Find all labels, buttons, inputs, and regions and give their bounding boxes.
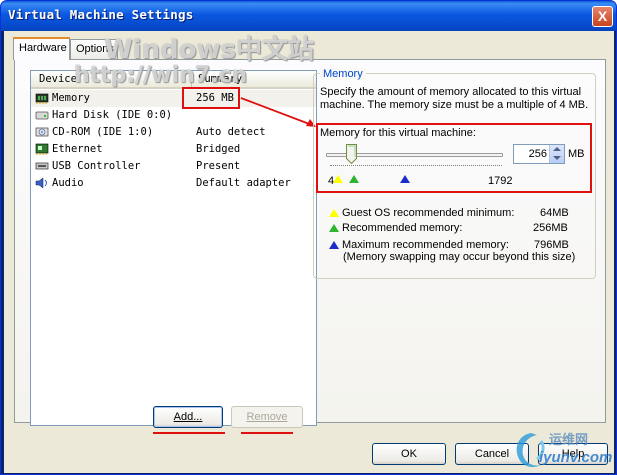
- memory-swap-note: (Memory swapping may occur beyond this s…: [343, 251, 576, 263]
- cdrom-icon: [35, 127, 49, 137]
- ok-button[interactable]: OK: [372, 443, 446, 465]
- memory-spinbox[interactable]: 256: [513, 144, 565, 164]
- legend-label: Guest OS recommended minimum:: [342, 207, 515, 219]
- min-marker-icon: [333, 175, 343, 183]
- spin-up-icon[interactable]: [553, 147, 561, 151]
- device-name: Hard Disk (IDE 0:0): [52, 109, 173, 121]
- legend-label: Maximum recommended memory:: [342, 239, 509, 251]
- window-title: Virtual Machine Settings: [8, 7, 194, 22]
- memory-value: 256: [528, 148, 547, 160]
- annotation-underline: [153, 432, 225, 434]
- annotation-underline: [241, 432, 293, 434]
- corner-watermark: 运维网 iyunv.com: [509, 429, 613, 473]
- memory-slider-thumb[interactable]: [346, 144, 357, 164]
- yellow-triangle-icon: [329, 209, 339, 217]
- device-row-ethernet[interactable]: Ethernet Bridged: [31, 141, 316, 158]
- remove-button-label: Remove: [246, 411, 288, 423]
- device-summary: Bridged: [196, 143, 241, 155]
- device-name: Audio: [52, 177, 84, 189]
- memory-field-label: Memory for this virtual machine:: [320, 127, 476, 139]
- corner-watermark-cn: 运维网: [549, 432, 589, 447]
- annotation-arrow-icon: [240, 97, 316, 127]
- memory-description: Specify the amount of memory allocated t…: [320, 86, 589, 111]
- legend-label: Recommended memory:: [342, 222, 463, 234]
- title-bar[interactable]: Virtual Machine Settings X: [1, 1, 616, 31]
- add-button[interactable]: Add...: [153, 406, 223, 428]
- device-summary: Default adapter: [196, 177, 291, 189]
- watermark-url: http://win7.cn: [74, 63, 248, 88]
- device-name: Ethernet: [52, 143, 103, 155]
- column-device[interactable]: Device: [39, 73, 77, 85]
- watermark-main: Windows中文站: [104, 35, 315, 65]
- hard-disk-icon: [35, 111, 49, 120]
- device-summary: Present: [196, 160, 241, 172]
- memory-chip-icon: [35, 93, 49, 104]
- device-name: Memory: [52, 92, 90, 104]
- tab-hardware[interactable]: Hardware: [13, 37, 70, 60]
- settings-window: Virtual Machine Settings X Hardware Opti…: [0, 0, 617, 475]
- close-button[interactable]: X: [592, 6, 613, 27]
- device-name: USB Controller: [52, 160, 141, 172]
- remove-button[interactable]: Remove: [231, 406, 303, 428]
- memory-slider-ticks: [330, 165, 502, 168]
- add-button-label: Add...: [173, 411, 203, 423]
- network-card-icon: [35, 143, 49, 155]
- slider-max-label: 1792: [488, 175, 513, 187]
- annotation-box-summary: [182, 87, 240, 109]
- green-triangle-icon: [329, 224, 339, 232]
- corner-watermark-en: iyunv.com: [539, 449, 613, 466]
- spin-buttons[interactable]: [549, 145, 564, 163]
- memory-group-title: Memory: [320, 68, 366, 80]
- dialog-body: Hardware Options Device Summary Memory 2…: [4, 31, 614, 473]
- recommended-marker-icon: [349, 175, 359, 183]
- device-name: CD-ROM (IDE 1:0): [52, 126, 154, 138]
- max-marker-icon: [400, 175, 410, 183]
- spin-down-icon[interactable]: [553, 156, 561, 160]
- legend-value: 64MB: [540, 207, 569, 219]
- usb-icon: [35, 162, 49, 170]
- memory-unit: MB: [568, 148, 585, 160]
- device-row-audio[interactable]: Audio Default adapter: [31, 175, 316, 192]
- legend-value: 796MB: [534, 239, 569, 251]
- speaker-icon: [35, 177, 47, 189]
- legend-value: 256MB: [533, 222, 568, 234]
- blue-triangle-icon: [329, 241, 339, 249]
- device-row-usb[interactable]: USB Controller Present: [31, 158, 316, 175]
